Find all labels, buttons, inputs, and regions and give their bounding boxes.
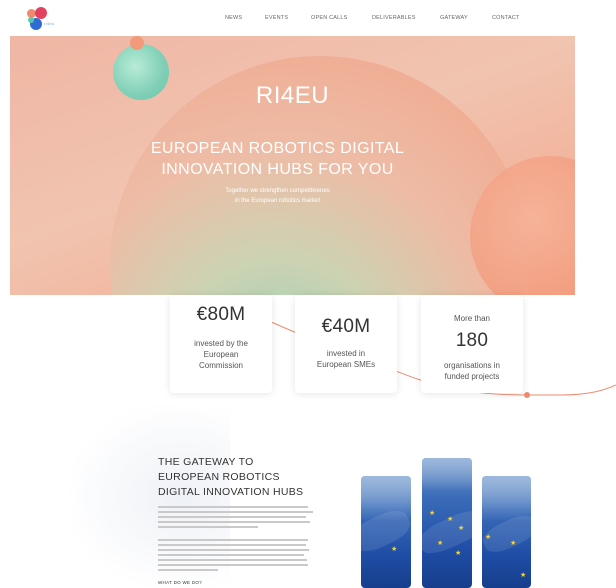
nav-news[interactable]: NEWS xyxy=(225,15,242,21)
stat-card: More than 180 organisations in funded pr… xyxy=(421,295,523,393)
hero-sphere xyxy=(130,36,144,50)
hero-banner: RI4EU EUROPEAN ROBOTICS DIGITAL INNOVATI… xyxy=(10,36,575,295)
stat-text-line: invested in xyxy=(326,349,366,358)
stat-text: invested by the European Commission xyxy=(170,338,272,371)
stat-card: €80M invested by the European Commission xyxy=(170,295,272,393)
stat-value: €40M xyxy=(321,316,371,337)
star-icon: ★ xyxy=(447,516,454,523)
stat-value: 180 xyxy=(455,330,489,351)
gateway-paragraph xyxy=(158,539,309,571)
site-logo[interactable]: ri4eu xyxy=(27,7,67,31)
nav-contact[interactable]: CONTACT xyxy=(492,15,520,21)
stat-text-line: Commission xyxy=(198,361,243,370)
stat-text-line: European SMEs xyxy=(316,360,376,369)
star-icon: ★ xyxy=(485,534,492,541)
logo-wordmark: ri4eu xyxy=(44,21,55,26)
site-header: ri4eu NEWS EVENTS OPEN CALLS DELIVERABLE… xyxy=(0,0,616,36)
star-icon: ★ xyxy=(458,525,465,532)
stat-text: invested in European SMEs xyxy=(295,348,397,370)
nav-deliverables[interactable]: DELIVERABLES xyxy=(372,15,416,21)
hero-headline-line: INNOVATION HUBS FOR YOU xyxy=(161,161,394,178)
stat-text: organisations in funded projects xyxy=(421,360,523,382)
nav-open-calls[interactable]: OPEN CALLS xyxy=(311,15,348,21)
hero-title: RI4EU xyxy=(255,82,330,109)
logo-dot xyxy=(28,17,34,23)
hero-subtitle-line: Together we strengthen competitivenes xyxy=(225,188,330,194)
stat-prefix: More than xyxy=(453,314,491,323)
eu-flag-image: ★ ★ ★ ★ ★ xyxy=(422,458,472,588)
gateway-title: THE GATEWAY TO EUROPEAN ROBOTICS DIGITAL… xyxy=(158,455,348,500)
stat-text-line: funded projects xyxy=(444,372,500,381)
stat-text-line: European xyxy=(203,350,239,359)
eu-flag-image: ★ ★ ★ xyxy=(482,476,531,588)
gateway-title-line: THE GATEWAY TO xyxy=(158,456,254,468)
hero-headline: EUROPEAN ROBOTICS DIGITAL INNOVATION HUB… xyxy=(10,138,545,180)
star-icon: ★ xyxy=(429,510,436,517)
star-icon: ★ xyxy=(520,572,527,579)
stat-text-line: invested by the xyxy=(194,339,248,348)
what-do-we-do-heading: WHAT DO WE DO? xyxy=(158,580,203,585)
hero-subtitle: Together we strengthen competitivenes in… xyxy=(10,186,545,206)
stat-card: €40M invested in European SMEs xyxy=(295,295,397,393)
flag-sky xyxy=(482,476,531,521)
stat-value: €80M xyxy=(196,304,246,325)
gateway-title-line: DIGITAL INNOVATION HUBS xyxy=(158,486,304,498)
nav-gateway[interactable]: GATEWAY xyxy=(440,15,468,21)
eu-flag-image: ★ xyxy=(361,476,411,588)
hero-subtitle-line: in the European robotics market xyxy=(234,198,321,204)
star-icon: ★ xyxy=(437,540,444,547)
gateway-paragraph xyxy=(158,506,313,528)
star-icon: ★ xyxy=(510,540,517,547)
star-icon: ★ xyxy=(455,550,462,557)
gateway-title-line: EUROPEAN ROBOTICS xyxy=(158,471,280,483)
star-icon: ★ xyxy=(391,546,398,553)
nav-events[interactable]: EVENTS xyxy=(265,15,288,21)
stat-text-line: organisations in xyxy=(443,361,501,370)
flag-sky xyxy=(422,458,472,491)
hero-headline-line: EUROPEAN ROBOTICS DIGITAL xyxy=(150,140,405,157)
